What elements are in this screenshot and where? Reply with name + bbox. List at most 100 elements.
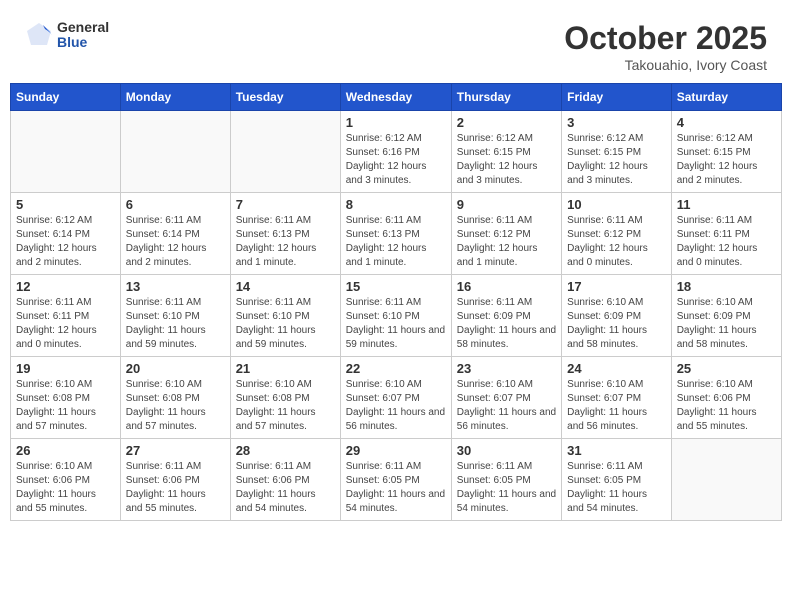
day-number: 19 (16, 361, 115, 376)
day-info: Sunrise: 6:12 AM Sunset: 6:14 PM Dayligh… (16, 214, 115, 270)
day-info: Sunrise: 6:10 AM Sunset: 6:06 PM Dayligh… (677, 378, 776, 434)
calendar-cell: 25 Sunrise: 6:10 AM Sunset: 6:06 PM Dayli… (671, 357, 781, 439)
calendar-cell (230, 111, 340, 193)
day-info: Sunrise: 6:11 AM Sunset: 6:10 PM Dayligh… (346, 296, 446, 352)
calendar-week-row: 1Sunrise: 6:12 AM Sunset: 6:16 PM Daylig… (11, 111, 782, 193)
calendar-cell: 29 Sunrise: 6:11 AM Sunset: 6:05 PM Dayli… (340, 439, 451, 521)
logo-general-text: General (57, 20, 109, 35)
calendar-cell: 23Sunrise: 6:10 AM Sunset: 6:07 PM Dayli… (451, 357, 561, 439)
calendar-cell: 8 Sunrise: 6:11 AM Sunset: 6:13 PM Daylig… (340, 193, 451, 275)
calendar-cell: 20Sunrise: 6:10 AM Sunset: 6:08 PM Dayli… (120, 357, 230, 439)
calendar-cell: 16Sunrise: 6:11 AM Sunset: 6:09 PM Dayli… (451, 275, 561, 357)
day-number: 21 (236, 361, 335, 376)
weekday-header-thursday: Thursday (451, 84, 561, 111)
day-info: Sunrise: 6:11 AM Sunset: 6:11 PM Dayligh… (16, 296, 115, 352)
day-info: Sunrise: 6:10 AM Sunset: 6:08 PM Dayligh… (236, 378, 335, 434)
logo-icon (25, 21, 53, 49)
calendar-cell: 14 Sunrise: 6:11 AM Sunset: 6:10 PM Dayli… (230, 275, 340, 357)
calendar-week-row: 5 Sunrise: 6:12 AM Sunset: 6:14 PM Daylig… (11, 193, 782, 275)
day-number: 8 (346, 197, 446, 212)
calendar-cell (120, 111, 230, 193)
weekday-header-row: SundayMondayTuesdayWednesdayThursdayFrid… (11, 84, 782, 111)
day-number: 26 (16, 443, 115, 458)
day-number: 22 (346, 361, 446, 376)
calendar-cell: 12 Sunrise: 6:11 AM Sunset: 6:11 PM Dayli… (11, 275, 121, 357)
weekday-header-monday: Monday (120, 84, 230, 111)
day-info: Sunrise: 6:10 AM Sunset: 6:09 PM Dayligh… (567, 296, 666, 352)
calendar-cell (671, 439, 781, 521)
day-number: 5 (16, 197, 115, 212)
day-number: 4 (677, 115, 776, 130)
day-number: 17 (567, 279, 666, 294)
day-info: Sunrise: 6:10 AM Sunset: 6:09 PM Dayligh… (677, 296, 776, 352)
day-info: Sunrise: 6:10 AM Sunset: 6:06 PM Dayligh… (16, 460, 115, 516)
day-info: Sunrise: 6:11 AM Sunset: 6:06 PM Dayligh… (236, 460, 335, 516)
day-number: 13 (126, 279, 225, 294)
day-info: Sunrise: 6:11 AM Sunset: 6:12 PM Dayligh… (457, 214, 556, 270)
calendar-cell: 2Sunrise: 6:12 AM Sunset: 6:15 PM Daylig… (451, 111, 561, 193)
weekday-header-saturday: Saturday (671, 84, 781, 111)
day-number: 31 (567, 443, 666, 458)
day-info: Sunrise: 6:11 AM Sunset: 6:06 PM Dayligh… (126, 460, 225, 516)
day-number: 28 (236, 443, 335, 458)
calendar-cell: 10Sunrise: 6:11 AM Sunset: 6:12 PM Dayli… (562, 193, 672, 275)
day-info: Sunrise: 6:11 AM Sunset: 6:13 PM Dayligh… (236, 214, 335, 270)
day-info: Sunrise: 6:11 AM Sunset: 6:11 PM Dayligh… (677, 214, 776, 270)
calendar-cell: 4Sunrise: 6:12 AM Sunset: 6:15 PM Daylig… (671, 111, 781, 193)
day-info: Sunrise: 6:11 AM Sunset: 6:14 PM Dayligh… (126, 214, 225, 270)
calendar-cell: 5 Sunrise: 6:12 AM Sunset: 6:14 PM Daylig… (11, 193, 121, 275)
day-number: 30 (457, 443, 556, 458)
logo-text: General Blue (57, 20, 109, 51)
calendar-cell: 18 Sunrise: 6:10 AM Sunset: 6:09 PM Dayli… (671, 275, 781, 357)
day-info: Sunrise: 6:10 AM Sunset: 6:07 PM Dayligh… (457, 378, 556, 434)
day-number: 7 (236, 197, 335, 212)
day-number: 12 (16, 279, 115, 294)
day-info: Sunrise: 6:12 AM Sunset: 6:15 PM Dayligh… (567, 132, 666, 188)
day-number: 3 (567, 115, 666, 130)
day-info: Sunrise: 6:10 AM Sunset: 6:07 PM Dayligh… (346, 378, 446, 434)
calendar-cell: 28 Sunrise: 6:11 AM Sunset: 6:06 PM Dayli… (230, 439, 340, 521)
calendar-cell: 15 Sunrise: 6:11 AM Sunset: 6:10 PM Dayli… (340, 275, 451, 357)
calendar-cell: 17 Sunrise: 6:10 AM Sunset: 6:09 PM Dayli… (562, 275, 672, 357)
day-info: Sunrise: 6:11 AM Sunset: 6:12 PM Dayligh… (567, 214, 666, 270)
calendar-cell: 22 Sunrise: 6:10 AM Sunset: 6:07 PM Dayli… (340, 357, 451, 439)
page-header: General Blue October 2025 Takouahio, Ivo… (10, 10, 782, 78)
day-number: 18 (677, 279, 776, 294)
logo-blue-text: Blue (57, 35, 109, 50)
day-info: Sunrise: 6:12 AM Sunset: 6:16 PM Dayligh… (346, 132, 446, 188)
calendar-header: SundayMondayTuesdayWednesdayThursdayFrid… (11, 84, 782, 111)
calendar-cell: 19Sunrise: 6:10 AM Sunset: 6:08 PM Dayli… (11, 357, 121, 439)
calendar-week-row: 26 Sunrise: 6:10 AM Sunset: 6:06 PM Dayli… (11, 439, 782, 521)
day-info: Sunrise: 6:11 AM Sunset: 6:09 PM Dayligh… (457, 296, 556, 352)
weekday-header-wednesday: Wednesday (340, 84, 451, 111)
calendar-cell: 26 Sunrise: 6:10 AM Sunset: 6:06 PM Dayli… (11, 439, 121, 521)
weekday-header-sunday: Sunday (11, 84, 121, 111)
day-number: 29 (346, 443, 446, 458)
day-info: Sunrise: 6:10 AM Sunset: 6:07 PM Dayligh… (567, 378, 666, 434)
day-number: 20 (126, 361, 225, 376)
calendar-cell: 30 Sunrise: 6:11 AM Sunset: 6:05 PM Dayli… (451, 439, 561, 521)
weekday-header-friday: Friday (562, 84, 672, 111)
day-number: 9 (457, 197, 556, 212)
day-number: 24 (567, 361, 666, 376)
day-info: Sunrise: 6:11 AM Sunset: 6:13 PM Dayligh… (346, 214, 446, 270)
calendar-cell: 24 Sunrise: 6:10 AM Sunset: 6:07 PM Dayli… (562, 357, 672, 439)
calendar-cell (11, 111, 121, 193)
day-number: 11 (677, 197, 776, 212)
day-info: Sunrise: 6:11 AM Sunset: 6:05 PM Dayligh… (346, 460, 446, 516)
day-number: 6 (126, 197, 225, 212)
calendar-week-row: 12 Sunrise: 6:11 AM Sunset: 6:11 PM Dayli… (11, 275, 782, 357)
day-info: Sunrise: 6:11 AM Sunset: 6:10 PM Dayligh… (126, 296, 225, 352)
day-number: 14 (236, 279, 335, 294)
day-number: 2 (457, 115, 556, 130)
calendar-body: 1Sunrise: 6:12 AM Sunset: 6:16 PM Daylig… (11, 111, 782, 521)
calendar-cell: 13 Sunrise: 6:11 AM Sunset: 6:10 PM Dayli… (120, 275, 230, 357)
logo: General Blue (25, 20, 109, 51)
calendar-cell: 31Sunrise: 6:11 AM Sunset: 6:05 PM Dayli… (562, 439, 672, 521)
calendar-cell: 9 Sunrise: 6:11 AM Sunset: 6:12 PM Daylig… (451, 193, 561, 275)
day-number: 15 (346, 279, 446, 294)
day-info: Sunrise: 6:11 AM Sunset: 6:10 PM Dayligh… (236, 296, 335, 352)
day-info: Sunrise: 6:11 AM Sunset: 6:05 PM Dayligh… (457, 460, 556, 516)
weekday-header-tuesday: Tuesday (230, 84, 340, 111)
day-number: 25 (677, 361, 776, 376)
